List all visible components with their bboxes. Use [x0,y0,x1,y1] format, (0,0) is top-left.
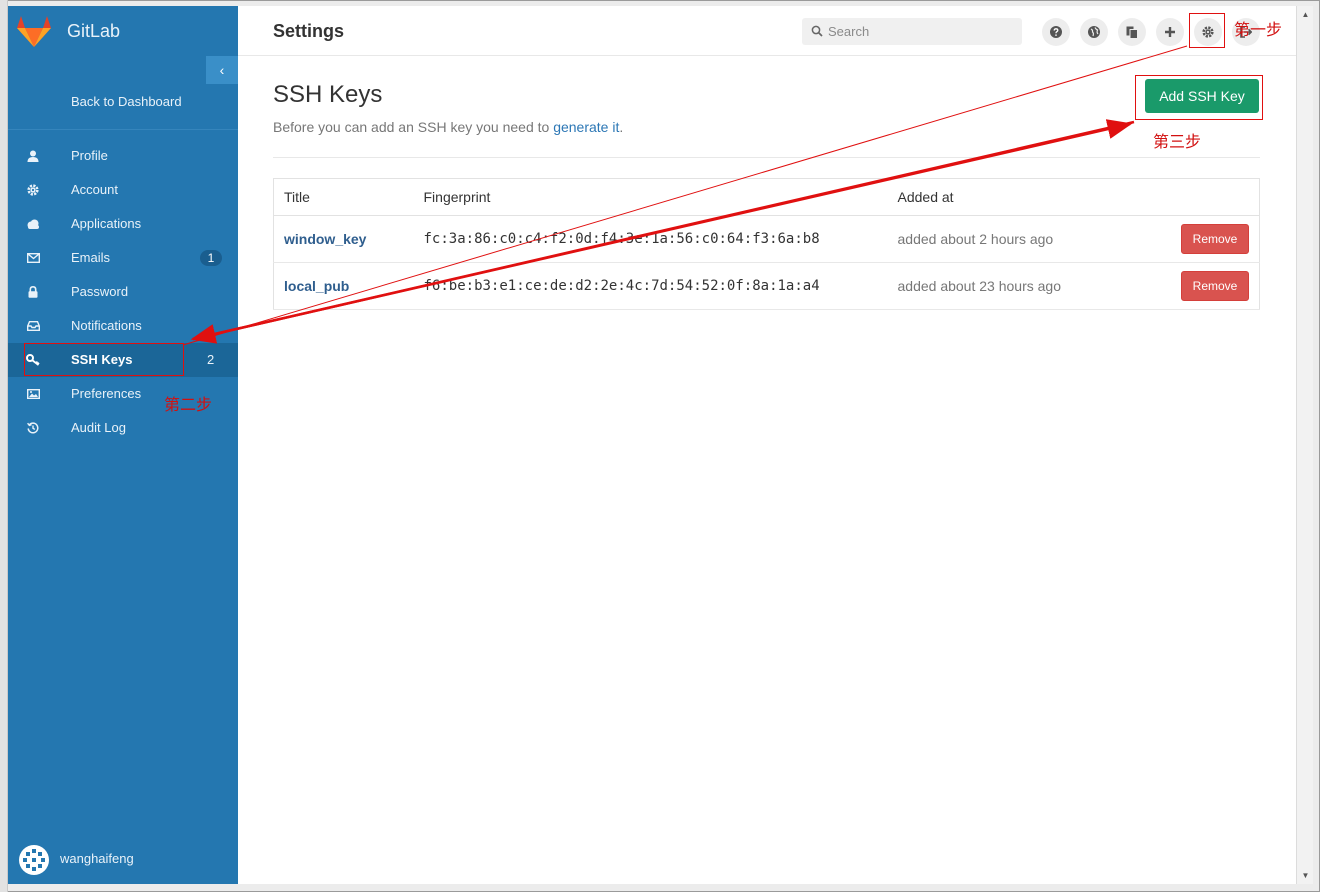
sidebar-item-password[interactable]: Password [8,275,238,309]
cloud-icon [26,217,40,231]
search-box[interactable] [802,18,1022,45]
table-row: window_key fc:3a:86:c0:c4:f2:0d:f4:3e:1a… [273,215,1260,263]
globe-icon [1088,26,1100,38]
annotation-box-add-key [1135,75,1263,120]
user-name: wanghaifeng [60,851,134,866]
inbox-icon [26,319,40,333]
key-title-link[interactable]: window_key [284,231,366,247]
key-added-at: added about 23 hours ago [887,262,1158,310]
current-user[interactable]: wanghaifeng [8,838,238,878]
sidebar-item-emails[interactable]: Emails 1 [8,241,238,275]
sidebar: GitLab ‹ Back to Dashboard Profile Accou… [8,6,238,884]
scroll-down-arrow-icon[interactable]: ▼ [1297,867,1314,884]
sidebar-item-audit-log[interactable]: Audit Log [8,411,238,445]
sidebar-item-account[interactable]: Account [8,173,238,207]
key-added-at: added about 2 hours ago [887,215,1158,263]
envelope-icon [26,251,40,265]
scroll-up-arrow-icon[interactable]: ▲ [1297,6,1314,23]
annotation-step-3: 第三步 [1153,132,1202,151]
main-content: Settings SSH Keys Before you can a [238,6,1296,884]
key-fingerprint: f6:be:b3:e1:ce:de:d2:2e:4c:7d:54:52:0f:8… [413,262,888,310]
ssh-keys-table: Title Fingerprint Added at window_key fc… [273,178,1260,310]
annotation-step-1: 第一步 [1234,20,1283,39]
plus-icon [1165,27,1175,37]
column-header-added-at: Added at [887,178,1158,216]
sidebar-item-label: Profile [71,148,108,163]
image-icon [26,387,40,401]
window-left-edge [0,0,8,892]
avatar [19,845,49,875]
sidebar-item-applications[interactable]: Applications [8,207,238,241]
key-fingerprint: fc:3a:86:c0:c4:f2:0d:f4:3e:1a:56:c0:64:f… [413,215,888,263]
emails-count-badge: 1 [200,250,222,266]
sidebar-item-profile[interactable]: Profile [8,139,238,173]
history-icon [26,421,40,435]
table-row: local_pub f6:be:b3:e1:ce:de:d2:2e:4c:7d:… [273,262,1260,310]
description-text: Before you can add an SSH key you need t… [273,119,554,135]
sidebar-item-notifications[interactable]: Notifications [8,309,238,343]
help-button[interactable] [1042,18,1070,46]
section-description: Before you can add an SSH key you need t… [273,119,623,135]
brand[interactable]: GitLab [8,6,238,56]
back-to-dashboard-link[interactable]: Back to Dashboard [8,84,238,130]
sidebar-item-label: Audit Log [71,420,126,435]
annotation-box-ssh-keys [24,343,184,376]
gear-icon [26,183,40,197]
description-suffix: . [619,119,624,135]
sidebar-item-label: Applications [71,216,142,231]
collapse-sidebar-button[interactable]: ‹ [206,56,238,84]
key-title-link[interactable]: local_pub [284,278,349,294]
annotation-step-2: 第二步 [164,395,213,414]
search-icon [811,25,823,37]
explore-button[interactable] [1080,18,1108,46]
page-title: Settings [273,21,345,41]
lock-icon [26,285,40,299]
sidebar-item-label: Account [71,182,118,197]
ssh-keys-count-badge: 2 [207,352,215,367]
back-to-dashboard-label: Back to Dashboard [71,94,182,109]
remove-key-button[interactable]: Remove [1181,271,1249,301]
top-header: Settings [238,6,1296,56]
brand-name: GitLab [67,21,121,41]
help-icon [1050,26,1062,38]
vertical-scrollbar[interactable]: ▲ ▼ [1296,6,1313,884]
copy-icon [1126,26,1138,39]
sidebar-item-label: Notifications [71,318,142,333]
chevron-left-icon: ‹ [219,62,225,78]
new-project-button[interactable] [1156,18,1184,46]
column-header-fingerprint: Fingerprint [413,178,888,216]
snippets-button[interactable] [1118,18,1146,46]
column-header-title: Title [273,178,414,216]
sidebar-item-label: Preferences [71,386,142,401]
sidebar-item-label: Emails [71,250,111,265]
gitlab-logo-icon [17,16,51,47]
table-header-row: Title Fingerprint Added at [273,178,1260,216]
section-title: SSH Keys [273,81,383,108]
search-input[interactable] [828,18,1016,45]
annotation-box-settings [1189,13,1225,48]
section-divider [273,157,1260,158]
column-header-actions [1157,178,1260,216]
generate-key-link[interactable]: generate it [553,119,619,135]
sidebar-item-label: Password [71,284,129,299]
remove-key-button[interactable]: Remove [1181,224,1249,254]
user-icon [26,149,40,163]
